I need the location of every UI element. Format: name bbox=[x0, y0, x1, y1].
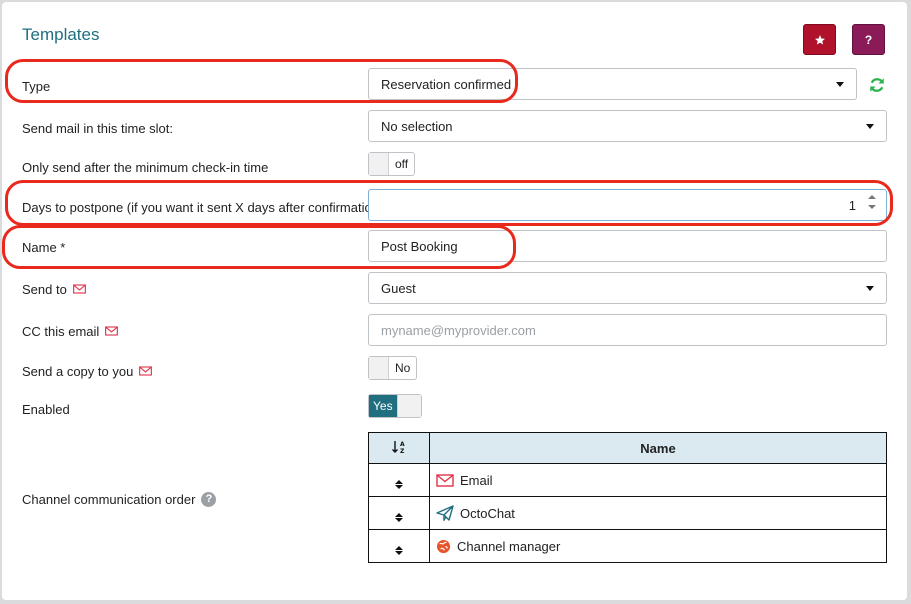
send-to-label-text: Send to bbox=[22, 281, 67, 297]
toggle-knob bbox=[369, 357, 389, 379]
channel-name: Email bbox=[460, 472, 493, 488]
time-slot-label: Send mail in this time slot: bbox=[22, 118, 173, 138]
question-circle-icon[interactable]: ? bbox=[201, 491, 217, 507]
sort-arrows-icon bbox=[395, 545, 403, 555]
channel-order-label: Channel communication order ? bbox=[22, 489, 217, 509]
name-label: Name * bbox=[22, 237, 65, 257]
name-column-header: Name bbox=[429, 432, 887, 464]
type-label: Type bbox=[22, 76, 50, 96]
sort-alpha-icon: A Z bbox=[392, 440, 405, 455]
toggle-knob bbox=[396, 395, 421, 417]
table-row[interactable]: Channel manager bbox=[368, 529, 887, 563]
page-title: Templates bbox=[22, 25, 100, 44]
type-select-value: Reservation confirmed bbox=[381, 76, 512, 92]
templates-panel: Templates ? Type Reservation confirmed S… bbox=[2, 2, 907, 600]
send-to-value: Guest bbox=[381, 280, 416, 296]
type-select[interactable]: Reservation confirmed bbox=[368, 68, 857, 100]
envelope-icon bbox=[436, 473, 454, 487]
type-label-text: Type bbox=[22, 78, 51, 94]
drag-handle[interactable] bbox=[368, 529, 430, 563]
drag-handle[interactable] bbox=[368, 463, 430, 497]
channel-order-label-text: Channel communication order bbox=[22, 491, 196, 507]
chevron-down-icon bbox=[836, 82, 844, 87]
globe-icon bbox=[436, 539, 451, 553]
send-to-select[interactable]: Guest bbox=[368, 272, 887, 304]
enabled-label-text: Enabled bbox=[22, 401, 70, 417]
time-slot-select[interactable]: No selection bbox=[368, 110, 887, 142]
postpone-label: Days to postpone (if you want it sent X … bbox=[22, 197, 383, 217]
copy-toggle-text: No bbox=[395, 361, 411, 375]
sort-column-header[interactable]: A Z bbox=[368, 432, 430, 464]
favorite-button[interactable] bbox=[803, 24, 836, 55]
envelope-icon bbox=[72, 284, 86, 294]
copy-toggle[interactable]: No bbox=[368, 356, 418, 380]
sort-arrows-icon bbox=[395, 479, 403, 489]
chevron-down-icon bbox=[866, 124, 874, 129]
cc-label-text: CC this email bbox=[22, 323, 100, 339]
copy-label-text: Send a copy to you bbox=[22, 363, 134, 379]
enabled-label: Enabled bbox=[22, 399, 70, 419]
time-slot-label-text: Send mail in this time slot: bbox=[22, 120, 174, 136]
number-spinner[interactable] bbox=[868, 195, 876, 209]
channel-name-cell: OctoChat bbox=[429, 496, 887, 530]
enabled-toggle-text: Yes bbox=[369, 395, 397, 417]
table-row[interactable]: Email bbox=[368, 463, 887, 497]
drag-handle[interactable] bbox=[368, 496, 430, 530]
name-label-text: Name * bbox=[22, 239, 66, 255]
paper-plane-icon bbox=[436, 505, 454, 521]
cc-input[interactable]: myname@myprovider.com bbox=[368, 314, 887, 346]
channel-order-table: A Z Name Email OctoChat Channel manager bbox=[368, 432, 887, 563]
enabled-toggle[interactable]: Yes bbox=[368, 394, 422, 418]
time-slot-value: No selection bbox=[381, 118, 453, 134]
toggle-knob bbox=[369, 153, 389, 175]
sort-arrows-icon bbox=[395, 512, 403, 522]
cc-label: CC this email bbox=[22, 321, 119, 341]
name-value: Post Booking bbox=[381, 238, 458, 254]
copy-label: Send a copy to you bbox=[22, 361, 153, 381]
postpone-label-text: Days to postpone (if you want it sent X … bbox=[22, 199, 384, 215]
min-checkin-toggle-text: off bbox=[395, 157, 409, 171]
min-checkin-toggle[interactable]: off bbox=[368, 152, 416, 176]
chevron-down-icon bbox=[866, 286, 874, 291]
envelope-icon bbox=[105, 326, 119, 336]
channel-name: OctoChat bbox=[460, 505, 515, 521]
help-button[interactable]: ? bbox=[852, 24, 885, 55]
channel-name: Channel manager bbox=[457, 538, 561, 554]
cc-placeholder: myname@myprovider.com bbox=[381, 322, 536, 338]
table-row[interactable]: OctoChat bbox=[368, 496, 887, 530]
min-checkin-label-text: Only send after the minimum check-in tim… bbox=[22, 159, 269, 175]
name-input[interactable]: Post Booking bbox=[368, 230, 887, 262]
svg-text:A: A bbox=[400, 441, 405, 448]
svg-text:Z: Z bbox=[400, 448, 405, 455]
postpone-input[interactable]: 1 bbox=[368, 189, 887, 221]
refresh-icon[interactable] bbox=[868, 76, 886, 94]
min-checkin-label: Only send after the minimum check-in tim… bbox=[22, 157, 268, 177]
star-icon bbox=[814, 34, 825, 45]
envelope-icon bbox=[139, 366, 153, 376]
channel-name-cell: Email bbox=[429, 463, 887, 497]
channel-name-cell: Channel manager bbox=[429, 529, 887, 563]
postpone-value: 1 bbox=[848, 197, 856, 213]
help-button-label: ? bbox=[864, 32, 873, 47]
send-to-label: Send to bbox=[22, 279, 86, 299]
